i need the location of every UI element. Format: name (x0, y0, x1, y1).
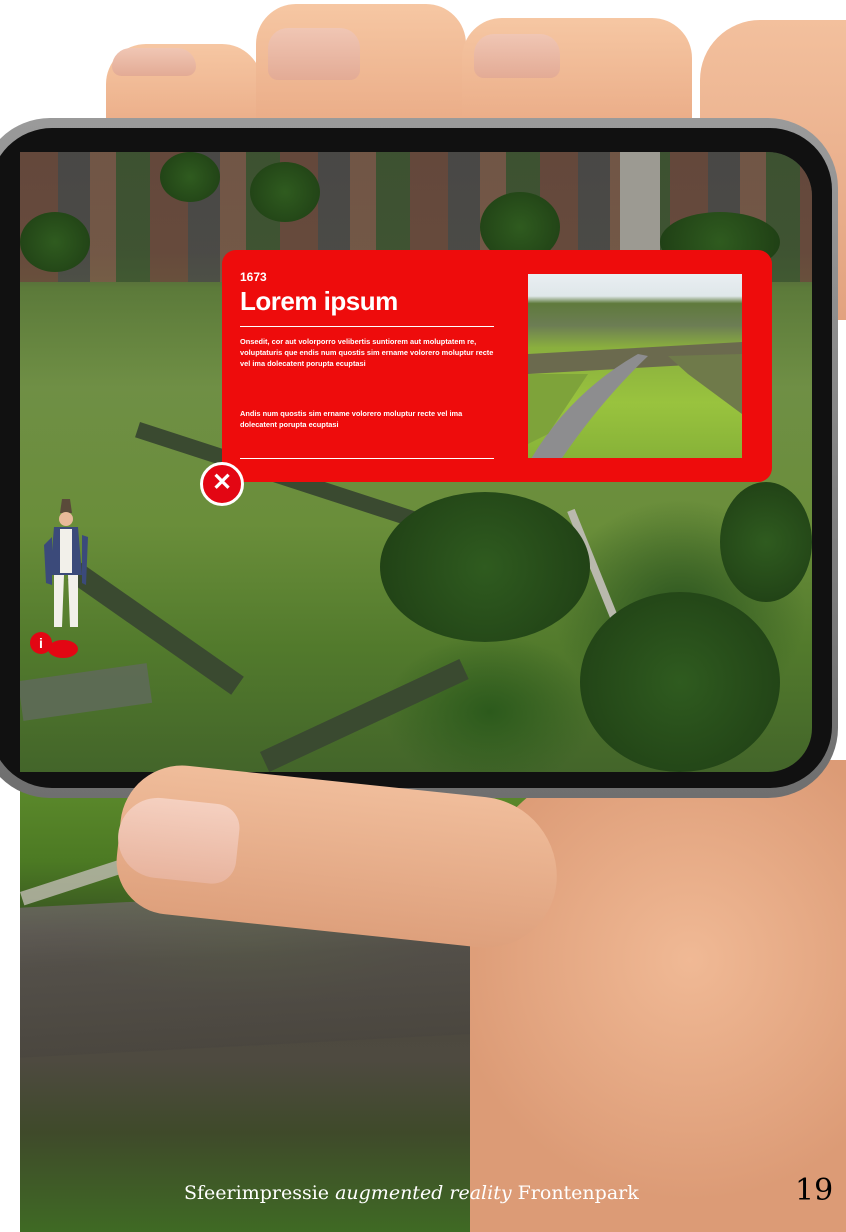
fortress-moat (20, 663, 153, 721)
fingernail-3 (474, 34, 560, 78)
popup-divider (240, 458, 494, 459)
popup-year: 1673 (240, 270, 267, 284)
page-number: 19 (795, 1173, 834, 1208)
popup-photo (528, 274, 742, 458)
tree (160, 152, 220, 202)
fingernail-2 (268, 28, 360, 80)
tree-cluster (580, 592, 780, 772)
popup-paragraph-1: Onsedit, cor aut volorporro velibertis s… (240, 337, 494, 369)
page-caption: Sfeerimpressie augmented reality Fronten… (184, 1182, 639, 1204)
fingernail-1 (112, 48, 196, 76)
tree (250, 162, 320, 222)
popup-paragraph-2: Andis num quostis sim ername volorero mo… (240, 409, 463, 430)
close-icon[interactable]: ✕ (200, 462, 244, 506)
fortress-wall (260, 659, 469, 772)
photo-path-icon (528, 342, 742, 458)
tree (20, 212, 90, 272)
tree-cluster (720, 482, 812, 602)
popup-divider (240, 326, 494, 327)
info-popup: 1673 Lorem ipsum Onsedit, cor aut volorp… (222, 250, 772, 482)
caption-prefix: Sfeerimpressie (184, 1182, 330, 1204)
page: i 1673 Lorem ipsum Onsedit, cor aut volo… (0, 0, 846, 1232)
info-icon[interactable]: i (30, 632, 52, 654)
popup-title: Lorem ipsum (240, 286, 398, 316)
tree-cluster (380, 492, 590, 642)
marker-base (48, 640, 78, 658)
caption-suffix: Frontenpark (517, 1182, 639, 1204)
caption-emphasis: augmented reality (335, 1182, 512, 1204)
soldier-figure-icon[interactable] (40, 495, 92, 645)
